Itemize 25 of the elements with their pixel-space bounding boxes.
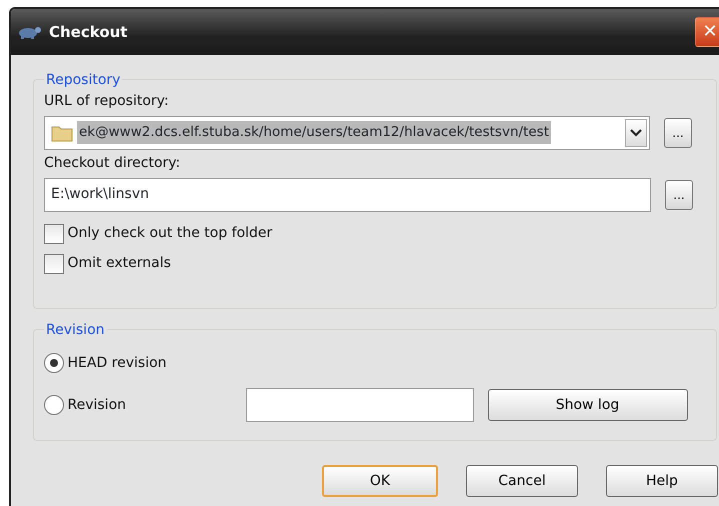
turtle-icon [17, 24, 43, 40]
revision-field[interactable] [246, 388, 474, 422]
dropdown-button[interactable] [625, 118, 647, 146]
chevron-icon [630, 128, 642, 136]
window-title: Checkout [49, 22, 128, 43]
field-label: URL of repository: [44, 93, 169, 109]
radio-label: HEAD revision [68, 354, 168, 372]
browse-button[interactable]: ... [664, 118, 692, 148]
url-combobox[interactable]: ek@www2.dcs.elf.stuba.sk/home/users/team12/hlavacek/testsvn/test [44, 116, 650, 150]
dialog-button[interactable]: OK [322, 465, 438, 497]
dialog-button[interactable]: Cancel [466, 465, 578, 497]
checkbox-label: Only check out the top folder [68, 224, 272, 243]
folder-icon [51, 124, 73, 142]
radio-label: Revision [68, 396, 128, 414]
checkbox-label: Omit externals [68, 254, 171, 273]
dialog-button[interactable]: Help [606, 465, 718, 497]
browse-button[interactable]: ... [665, 180, 693, 210]
close-button[interactable]: ✕ [695, 17, 719, 47]
field-label: Checkout directory: [44, 155, 180, 171]
checkbox[interactable] [44, 254, 64, 274]
show-log-button[interactable]: Show log [488, 389, 688, 421]
radio-button[interactable] [44, 395, 64, 415]
directory-field[interactable]: E:\work\linsvn [44, 178, 651, 212]
radio-button[interactable] [44, 353, 64, 373]
checkbox[interactable] [44, 224, 64, 244]
